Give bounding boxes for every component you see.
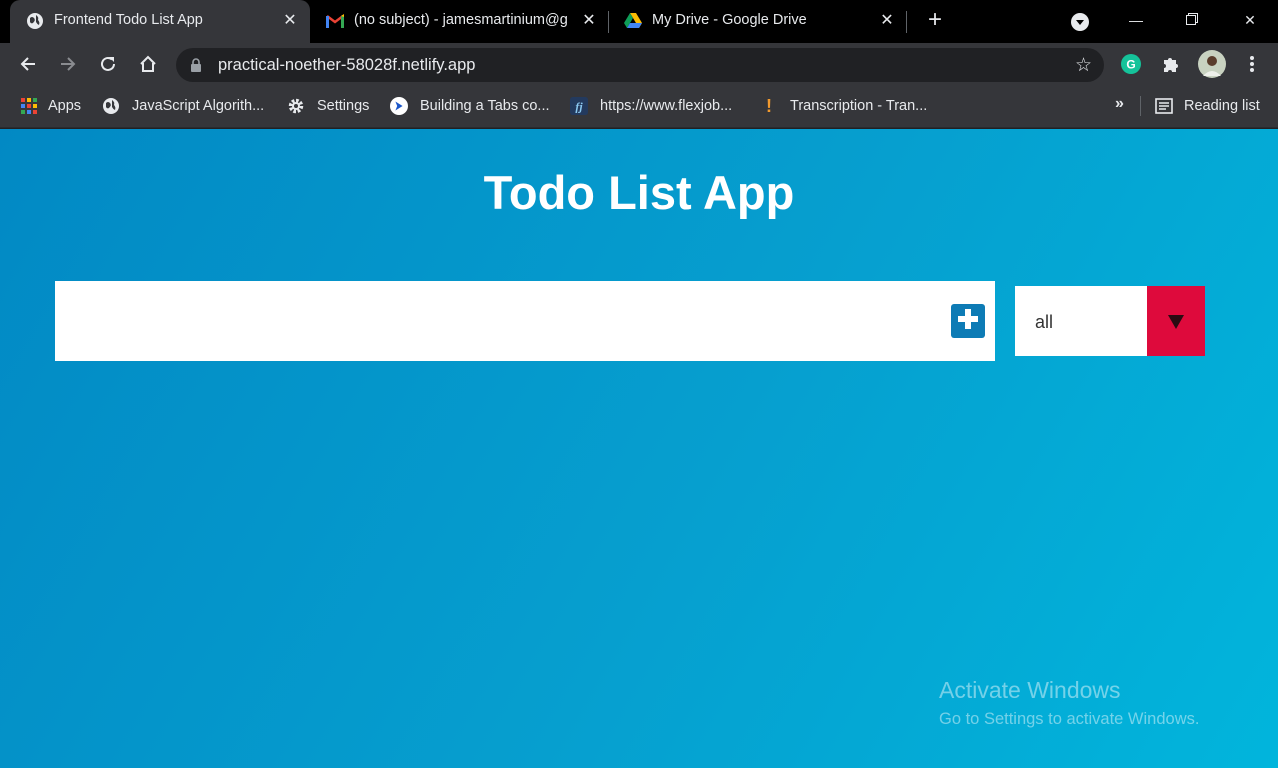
url-text: practical-noether-58028f.netlify.app bbox=[218, 56, 476, 74]
google-drive-icon bbox=[624, 12, 642, 30]
bookmark-label: JavaScript Algorith... bbox=[132, 98, 265, 114]
page-content: Todo List App all Activate Windows Go to… bbox=[0, 129, 1278, 768]
svg-text:fj: fj bbox=[575, 101, 583, 114]
restore-icon[interactable] bbox=[1180, 8, 1204, 32]
bookmark-label: Settings bbox=[317, 98, 370, 114]
bookmark-apps[interactable]: Apps bbox=[20, 95, 81, 117]
bookmark-star-icon[interactable]: ☆ bbox=[1075, 54, 1092, 77]
filter-select[interactable]: all bbox=[1015, 286, 1205, 356]
bookmarks-separator bbox=[1140, 96, 1141, 116]
close-window-icon[interactable]: ✕ bbox=[1238, 8, 1262, 32]
extensions-puzzle-icon[interactable] bbox=[1159, 52, 1183, 76]
tab-separator bbox=[906, 11, 907, 33]
globe-icon bbox=[26, 12, 44, 30]
bookmark-transcription[interactable]: ! Transcription - Tran... bbox=[760, 95, 927, 117]
browser-menu-icon[interactable] bbox=[1240, 52, 1264, 76]
tab-gmail[interactable]: (no subject) - jamesmartinium@g ✕ bbox=[310, 0, 608, 43]
more-bookmarks-icon[interactable]: » bbox=[1115, 95, 1124, 113]
close-tab-icon[interactable]: ✕ bbox=[877, 11, 897, 31]
globe-icon bbox=[102, 97, 120, 115]
gear-icon bbox=[287, 97, 305, 115]
browser-toolbar: practical-noether-58028f.netlify.app ☆ G bbox=[0, 43, 1278, 86]
forward-icon[interactable] bbox=[56, 52, 80, 76]
bookmark-label: Transcription - Tran... bbox=[790, 98, 928, 114]
close-tab-icon[interactable]: ✕ bbox=[579, 11, 599, 31]
bookmark-label: Building a Tabs co... bbox=[420, 98, 550, 114]
profile-avatar[interactable] bbox=[1198, 50, 1226, 78]
reading-list-icon bbox=[1155, 97, 1173, 115]
tab-title: (no subject) - jamesmartinium@g bbox=[354, 12, 568, 28]
tab-title: My Drive - Google Drive bbox=[652, 12, 807, 28]
close-tab-icon[interactable]: ✕ bbox=[280, 11, 300, 31]
chevron-badge-icon bbox=[390, 97, 408, 115]
bookmark-javascript-algorithms[interactable]: JavaScript Algorith... bbox=[102, 95, 264, 117]
bookmark-building-tabs[interactable]: Building a Tabs co... bbox=[390, 95, 550, 117]
bookmark-label: Apps bbox=[48, 98, 82, 114]
page-title: Todo List App bbox=[483, 166, 795, 219]
tab-google-drive[interactable]: My Drive - Google Drive ✕ bbox=[608, 0, 904, 43]
reading-list-label: Reading list bbox=[1184, 98, 1260, 114]
exclamation-icon: ! bbox=[766, 95, 772, 116]
bookmarks-bar: Apps JavaScript Algorith... Settings Bui… bbox=[0, 86, 1278, 128]
bookmark-flexjobs[interactable]: fj https://www.flexjob... bbox=[570, 95, 732, 117]
tab-frontend-todo[interactable]: Frontend Todo List App ✕ bbox=[10, 0, 310, 43]
gmail-icon bbox=[326, 12, 344, 30]
add-todo-button[interactable] bbox=[951, 304, 985, 338]
tab-strip: Frontend Todo List App ✕ (no subject) - … bbox=[0, 0, 1278, 43]
reading-list-button[interactable]: Reading list bbox=[1155, 95, 1260, 117]
flexjobs-icon: fj bbox=[570, 97, 588, 115]
home-icon[interactable] bbox=[136, 52, 160, 76]
lock-icon[interactable] bbox=[190, 58, 202, 77]
tab-search-icon[interactable] bbox=[1071, 13, 1089, 31]
bookmark-label: https://www.flexjob... bbox=[600, 98, 733, 114]
windows-activation-watermark: Activate Windows Go to Settings to activ… bbox=[939, 677, 1199, 729]
minimize-icon[interactable]: — bbox=[1124, 8, 1148, 32]
plus-icon bbox=[957, 308, 979, 335]
watermark-title: Activate Windows bbox=[939, 677, 1121, 703]
address-bar[interactable]: practical-noether-58028f.netlify.app ☆ bbox=[176, 48, 1104, 82]
bookmark-settings[interactable]: Settings bbox=[287, 95, 369, 117]
new-tab-icon[interactable]: + bbox=[923, 8, 947, 33]
todo-input[interactable] bbox=[55, 281, 935, 361]
watermark-subtitle: Go to Settings to activate Windows. bbox=[939, 710, 1200, 728]
todo-form bbox=[55, 281, 995, 361]
filter-selected-value: all bbox=[1035, 312, 1054, 332]
back-icon[interactable] bbox=[16, 52, 40, 76]
dropdown-arrow-icon[interactable] bbox=[1147, 286, 1205, 356]
tab-title: Frontend Todo List App bbox=[54, 12, 203, 28]
apps-grid-icon bbox=[20, 97, 38, 115]
reload-icon[interactable] bbox=[96, 52, 120, 76]
svg-text:G: G bbox=[1126, 58, 1135, 72]
grammarly-icon[interactable]: G bbox=[1119, 52, 1143, 76]
